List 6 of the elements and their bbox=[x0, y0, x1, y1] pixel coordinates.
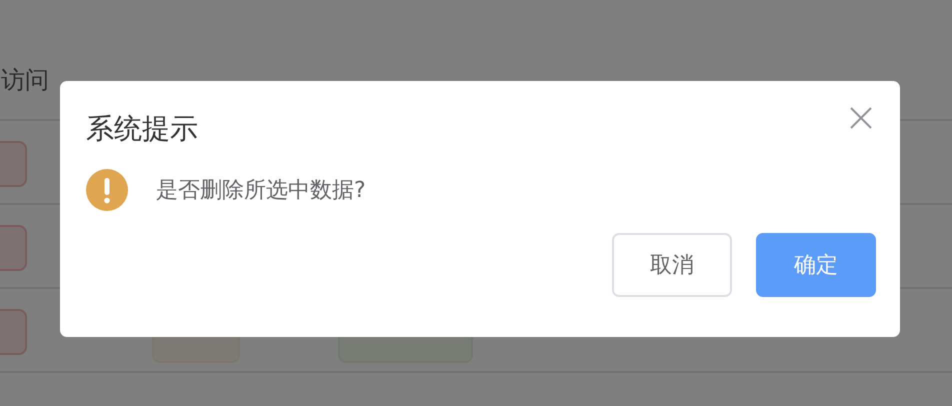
cancel-button[interactable]: 取消 bbox=[612, 233, 732, 297]
dialog-message: 是否删除所选中数据? bbox=[156, 177, 366, 205]
close-icon[interactable] bbox=[850, 107, 872, 129]
warning-icon bbox=[86, 169, 128, 211]
dialog-title: 系统提示 bbox=[86, 111, 198, 147]
column-header: 访问 bbox=[1, 65, 49, 95]
